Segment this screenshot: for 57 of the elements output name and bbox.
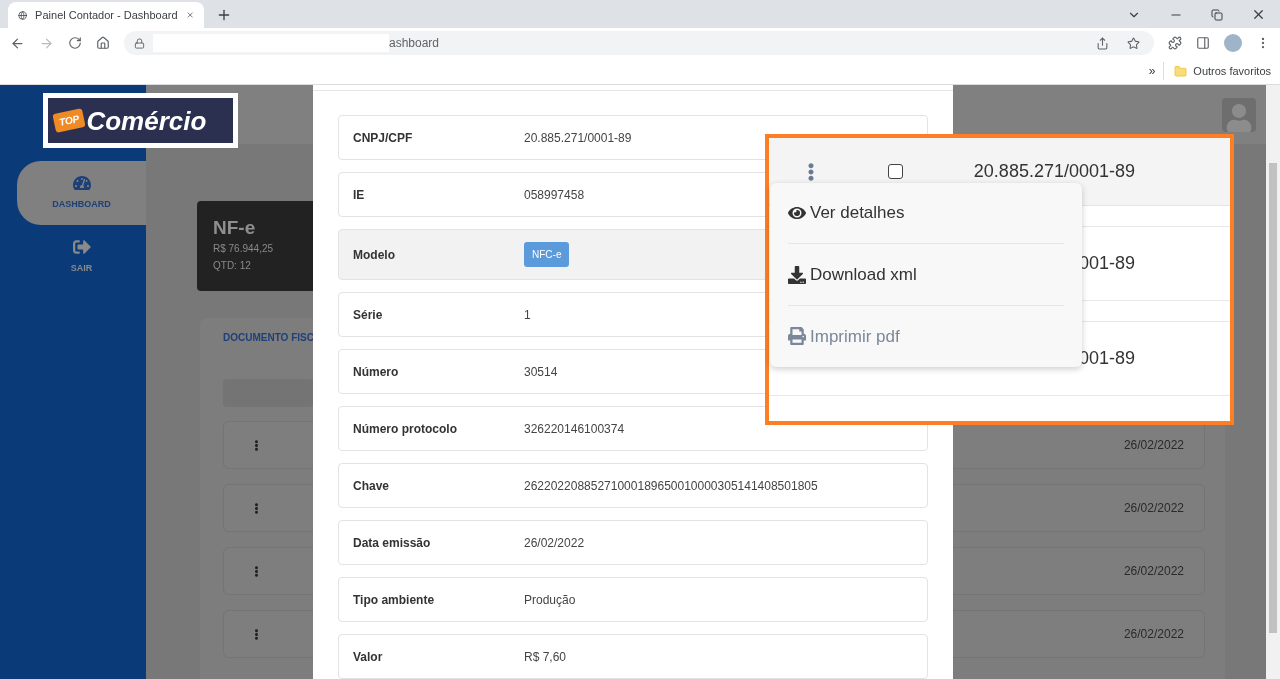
row-checkbox[interactable] — [888, 164, 903, 179]
field-value: R$ 7,60 — [524, 648, 567, 666]
field-label: Chave — [353, 477, 391, 495]
logo: TOP Comércio — [43, 93, 238, 148]
model-badge: NFC-e — [524, 242, 570, 267]
side-panel-icon[interactable] — [1196, 36, 1210, 50]
field-label: Valor — [353, 648, 384, 666]
field-label: Data emissão — [353, 534, 432, 552]
field-value: 26/02/2022 — [524, 534, 585, 552]
close-window-icon[interactable] — [1251, 7, 1266, 22]
tab-title: Painel Contador - Dashboard — [35, 7, 178, 23]
date-text: 26/02/2022 — [1123, 626, 1184, 643]
sidebar-icon — [72, 238, 91, 257]
card-title: NF-e — [213, 217, 257, 239]
close-icon[interactable] — [185, 9, 194, 21]
field-label: IE — [353, 186, 366, 204]
address-bar[interactable]: ashboard — [124, 31, 1154, 55]
field-value: 30514 — [524, 363, 558, 381]
restore-icon[interactable] — [1211, 8, 1223, 21]
field-value: 058997458 — [524, 186, 585, 204]
extensions-icon[interactable] — [1168, 36, 1182, 50]
bookmarks-overflow[interactable]: » — [1148, 62, 1165, 80]
bookmark-star-icon[interactable] — [1127, 36, 1140, 50]
cnpj-text: 20.885.271/0001-89 — [973, 160, 1135, 183]
field-value: Produção — [524, 591, 576, 609]
address-text: ashboard — [389, 35, 440, 52]
scrollbar[interactable] — [1266, 85, 1280, 679]
field-value: 20.885.271/0001-89 — [524, 129, 632, 147]
home-icon[interactable] — [96, 36, 110, 50]
reload-icon[interactable] — [68, 36, 82, 50]
field-label: Modelo — [353, 246, 396, 264]
card-amount: R$ 76.944,25 — [213, 242, 275, 256]
browser-tab[interactable]: Painel Contador - Dashboard — [8, 2, 204, 28]
globe-icon — [18, 8, 28, 22]
download-icon — [788, 265, 806, 284]
share-icon[interactable] — [1096, 36, 1109, 50]
date-text: 26/02/2022 — [1123, 437, 1184, 454]
date-text: 26/02/2022 — [1123, 500, 1184, 517]
field-label: Tipo ambiente — [353, 591, 436, 609]
menu-item[interactable]: Download xml — [788, 244, 1064, 306]
printer-icon — [788, 327, 806, 346]
field-value: 26220220885271000189650010000305141408501805 — [524, 477, 818, 495]
field-label: Série — [353, 306, 384, 324]
sidebar-icon — [72, 174, 91, 193]
menu-item[interactable]: Ver detalhes — [788, 183, 1064, 245]
field-label: Número — [353, 363, 400, 381]
date-text: 26/02/2022 — [1123, 563, 1184, 580]
field-label: Número protocolo — [353, 420, 458, 438]
field-value: 1 — [524, 306, 531, 324]
back-icon[interactable] — [10, 35, 25, 51]
field-label: CNPJ/CPF — [353, 129, 414, 147]
folder-icon — [1174, 64, 1188, 78]
card-count: QTD: 12 — [213, 259, 252, 273]
new-tab-icon[interactable] — [216, 7, 232, 23]
field-value: 326220146100374 — [524, 420, 625, 438]
bookmark-folder[interactable]: Outros favoritos — [1193, 62, 1271, 80]
lock-icon — [134, 37, 145, 49]
